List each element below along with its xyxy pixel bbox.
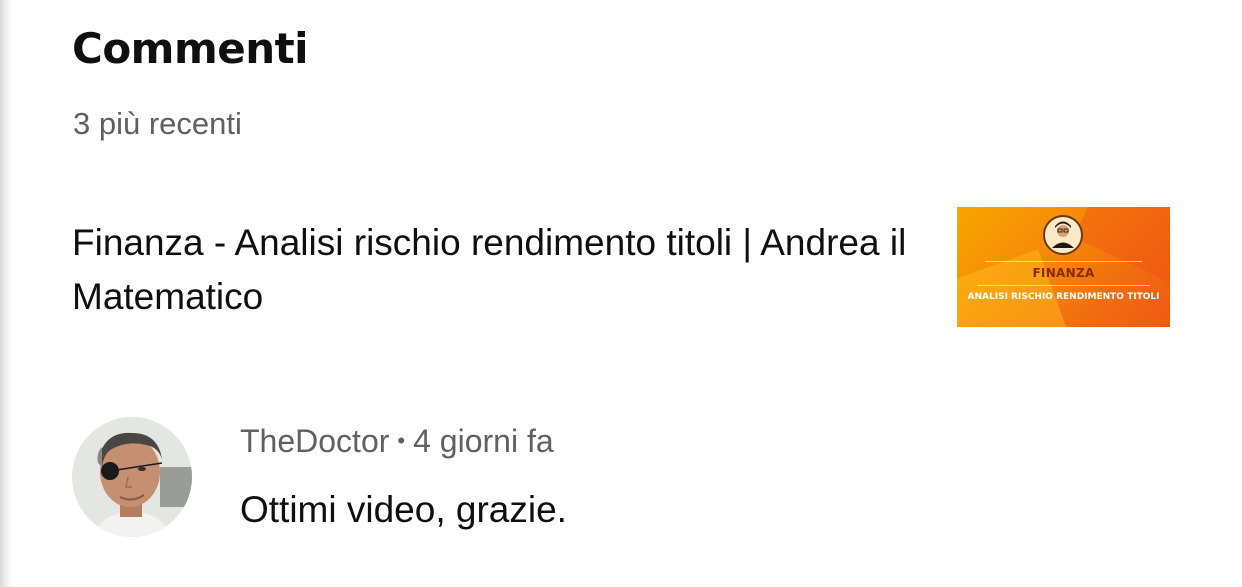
comment-timestamp: 4 giorni fa — [413, 423, 554, 459]
comment-meta: TheDoctor • 4 giorni fa — [240, 420, 554, 462]
comments-sort-label: 3 più recenti — [73, 106, 242, 141]
thumbnail-divider — [985, 261, 1142, 262]
comment-item[interactable]: TheDoctor • 4 giorni fa Ottimi video, graz… — [0, 414, 1242, 544]
thumbnail-title: FINANZA — [1032, 266, 1095, 280]
thumbnail-divider — [977, 285, 1150, 286]
meta-separator: • — [397, 428, 406, 453]
video-thumbnail[interactable]: FINANZA ANALISI RISCHIO RENDIMENTO TITOL… — [957, 207, 1170, 327]
comments-title: Commenti — [72, 24, 309, 73]
comment-text: Ottimi video, grazie. — [240, 489, 567, 530]
thumbnail-subtitle: ANALISI RISCHIO RENDIMENTO TITOLI — [967, 292, 1160, 302]
user-avatar-photo — [72, 417, 192, 537]
video-title[interactable]: Finanza - Analisi rischio rendimento tit… — [72, 216, 912, 324]
video-item[interactable]: Finanza - Analisi rischio rendimento tit… — [0, 200, 1242, 330]
channel-logo-icon — [1043, 215, 1083, 255]
comment-author[interactable]: TheDoctor — [240, 423, 389, 459]
avatar[interactable] — [72, 417, 192, 537]
